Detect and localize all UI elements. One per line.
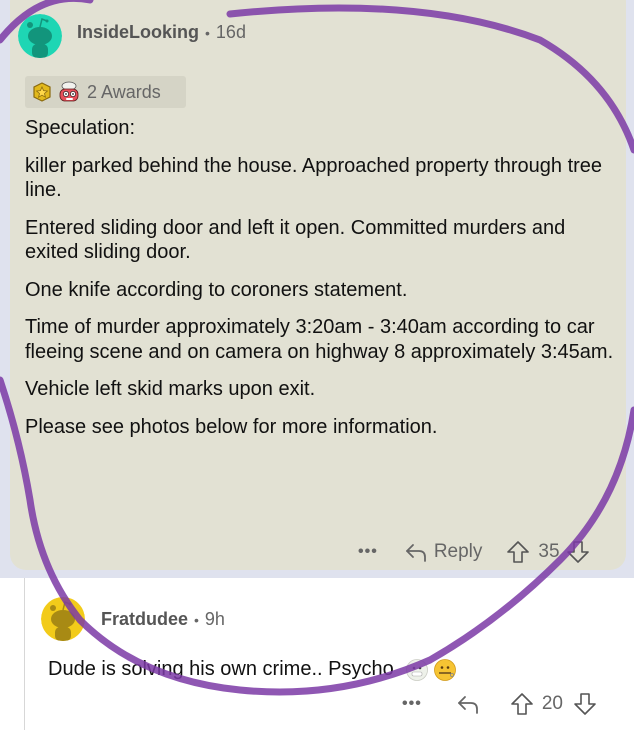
awards-count: 2 Awards [87,81,161,102]
reply-body: Dude is solving his own crime.. Psycho [48,658,456,681]
cold-face-emoji [405,658,428,681]
awards-badge[interactable]: 2 Awards [25,76,186,108]
comment-actions: ••• Reply 35 [358,540,590,564]
reply-text: Dude is solving his own crime.. Psycho [48,658,394,680]
gold-star-award-icon [33,82,51,102]
separator-dot: • [194,611,199,628]
separator-dot: • [205,24,210,41]
downvote-icon[interactable] [573,692,597,716]
reply-button[interactable]: Reply [404,541,483,563]
reply-arrow-icon[interactable] [456,693,480,715]
snoo-avatar-icon [41,597,85,641]
upvote-icon[interactable] [510,692,534,716]
more-options-button[interactable]: ••• [402,695,422,713]
downvote-icon[interactable] [566,540,590,564]
comment-paragraph: Time of murder approximately 3:20am - 3:… [25,316,614,363]
avatar-insidelooking[interactable] [18,14,62,58]
mind-blown-award-icon [59,81,79,102]
thread-line[interactable] [24,578,25,730]
reply-header: Fratdudee • 9h [101,609,225,630]
comment-paragraph: Please see photos below for more informa… [25,415,438,438]
comment-paragraph: killer parked behind the house. Approach… [25,154,603,202]
upvote-icon[interactable] [506,540,530,564]
zipper-mouth-face-emoji [433,658,456,681]
reply-label: Reply [433,541,483,562]
username[interactable]: InsideLooking [77,22,199,43]
comment-paragraph: One knife according to coroners statemen… [25,278,408,301]
more-options-button[interactable]: ••• [358,543,378,561]
snoo-avatar-icon [18,14,62,58]
vote-score: 20 [541,693,563,714]
reply-arrow-icon [405,544,426,562]
comment-age: 16d [215,22,246,42]
comment-age: 9h [204,609,225,629]
comment-paragraph: Speculation: [25,117,136,139]
vote-score: 35 [538,541,560,562]
comment-paragraph: Vehicle left skid marks upon exit. [25,378,316,400]
comment-body: Speculation: killer parked behind the ho… [25,116,615,452]
comment-header: InsideLooking • 16d [77,22,246,43]
comment-paragraph: Entered sliding door and left it open. C… [25,216,566,264]
avatar-fratdudee[interactable] [41,597,85,641]
username[interactable]: Fratdudee [101,609,188,630]
reply-actions: ••• 20 [402,692,597,716]
